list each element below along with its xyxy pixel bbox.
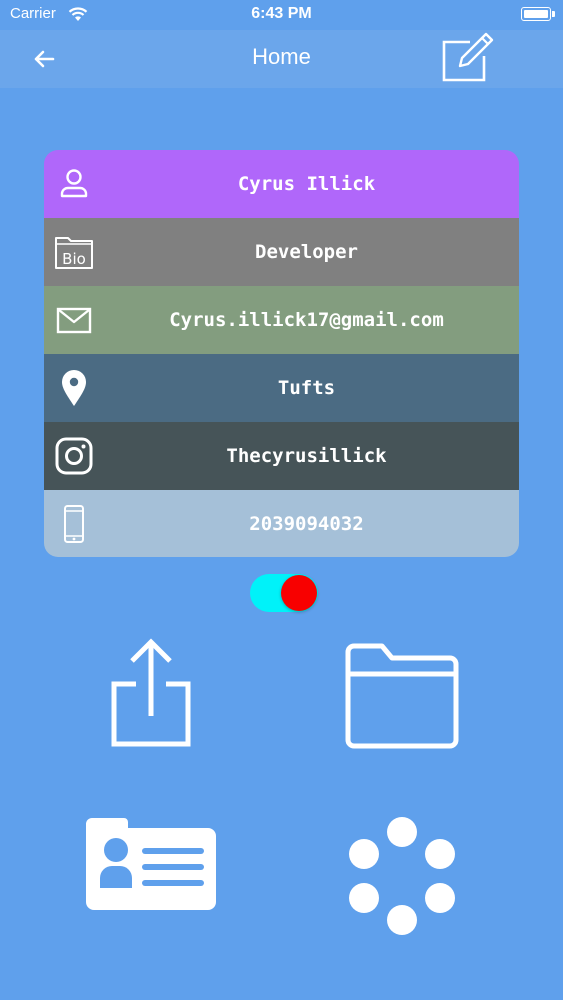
contact-card-button[interactable] [84, 814, 218, 914]
status-time: 6:43 PM [251, 5, 312, 22]
instagram-row[interactable]: Thecyrusillick [44, 422, 519, 490]
bio-icon-label: Bio [62, 250, 86, 268]
location-text: Tufts [277, 377, 336, 399]
instagram-text: Thecyrusillick [226, 445, 387, 467]
profile-card: Cyrus Illick Bio Developer Cyrus.illick1… [44, 150, 519, 557]
home-screen: Carrier 6:43 PM Home Cyrus Illick Bio De… [0, 0, 563, 1000]
bio-folder-icon: Bio [55, 237, 93, 269]
person-icon [60, 169, 88, 198]
email-text: Cyrus.illick17@gmail.com [169, 309, 444, 331]
location-pin-icon [62, 370, 86, 406]
status-bar: Carrier 6:43 PM [0, 0, 563, 30]
toggle-knob[interactable] [281, 575, 317, 611]
mail-icon [56, 307, 92, 334]
share-button[interactable] [106, 636, 196, 748]
battery-icon [521, 7, 555, 21]
nav-bar: Home [0, 30, 563, 88]
bio-row[interactable]: Bio Developer [44, 218, 519, 286]
edit-note-icon[interactable] [440, 30, 496, 84]
share-icon [111, 638, 191, 747]
folder-button[interactable] [338, 640, 466, 750]
loader-button[interactable] [342, 814, 462, 940]
loading-dots-icon [349, 817, 455, 935]
battery-level [524, 10, 548, 18]
location-row[interactable]: Tufts [44, 354, 519, 422]
instagram-icon [55, 437, 93, 475]
phone-row[interactable]: 2039094032 [44, 490, 519, 557]
phone-icon [64, 505, 84, 543]
visibility-toggle[interactable] [250, 574, 318, 612]
name-text: Cyrus Illick [237, 173, 376, 195]
folder-icon [345, 643, 459, 749]
email-row[interactable]: Cyrus.illick17@gmail.com [44, 286, 519, 354]
name-row[interactable]: Cyrus Illick [44, 150, 519, 218]
bio-text: Developer [255, 241, 358, 263]
contact-card-icon [86, 818, 216, 910]
phone-text: 2039094032 [249, 512, 364, 535]
